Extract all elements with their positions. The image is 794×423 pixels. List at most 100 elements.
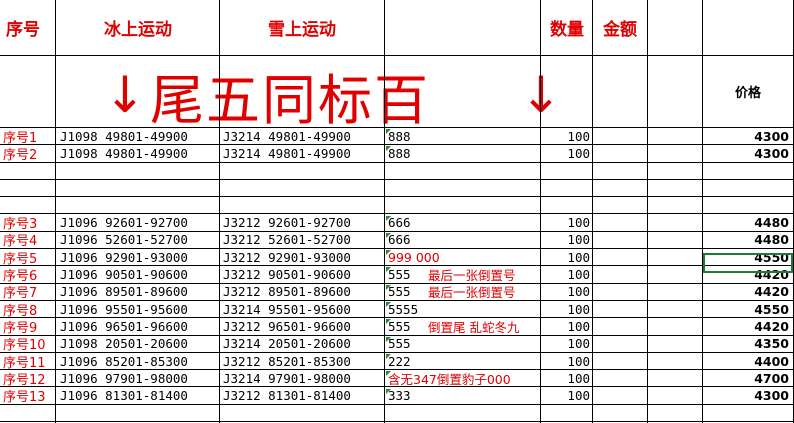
row-snow-sports[interactable]: J3214 97901-98000 xyxy=(223,370,351,386)
row-quantity[interactable]: 100 xyxy=(541,336,590,352)
row-seq[interactable]: 序号12 xyxy=(3,370,46,388)
row-price[interactable]: 4420 xyxy=(703,284,789,300)
selected-cell[interactable] xyxy=(703,253,793,273)
header-amount[interactable]: 金额 xyxy=(593,0,647,55)
row-quantity[interactable]: 100 xyxy=(541,145,590,161)
row-note[interactable]: 555 xyxy=(388,336,411,352)
row-snow-sports[interactable]: J3212 96501-96600 xyxy=(223,318,351,334)
row-seq[interactable]: 序号7 xyxy=(3,284,37,301)
row-ice-sports[interactable]: J1096 52601-52700 xyxy=(60,232,188,248)
row-snow-sports[interactable]: J3214 49801-49900 xyxy=(223,128,351,144)
row-note[interactable]: 888 xyxy=(388,145,411,161)
row-ice-sports[interactable]: J1096 97901-98000 xyxy=(60,370,188,386)
row-snow-sports[interactable]: J3212 85201-85300 xyxy=(223,353,351,369)
row-ice-sports[interactable]: J1098 20501-20600 xyxy=(60,336,188,352)
header-row: 序号 冰上运动 雪上运动 数量 金额 xyxy=(0,0,794,56)
row-note[interactable]: 888 xyxy=(388,128,411,144)
col-divider xyxy=(384,0,385,423)
row-note[interactable]: 含无347倒置豹子000 xyxy=(388,370,511,387)
row-note[interactable]: 999 000 xyxy=(388,249,440,265)
row-ice-sports[interactable]: J1096 89501-89600 xyxy=(60,284,188,300)
row-snow-sports[interactable]: J3212 89501-89600 xyxy=(223,284,351,300)
row-note[interactable]: 555 xyxy=(388,284,411,300)
row-snow-sports[interactable]: J3212 92601-92700 xyxy=(223,215,351,231)
row-price[interactable]: 4480 xyxy=(703,232,789,248)
row-note[interactable]: 666 xyxy=(388,232,411,248)
row-quantity[interactable]: 100 xyxy=(541,388,590,404)
row-note[interactable]: 555 xyxy=(388,318,411,334)
row-price[interactable]: 4300 xyxy=(703,388,789,404)
row-snow-sports[interactable]: J3214 20501-20600 xyxy=(223,336,351,352)
row-seq[interactable]: 序号9 xyxy=(3,318,37,336)
col-divider xyxy=(647,0,648,423)
row-quantity[interactable]: 100 xyxy=(541,232,590,248)
price-label[interactable]: 价格 xyxy=(703,56,793,127)
empty-row xyxy=(0,197,794,215)
table-row: 序号4 J1096 52601-52700 J3212 52601-52700 666… xyxy=(0,232,794,249)
comment-marker-icon xyxy=(386,232,391,238)
row-quantity[interactable]: 100 xyxy=(541,284,590,300)
row-quantity[interactable]: 100 xyxy=(541,215,590,231)
row-note-extra[interactable]: 最后一张倒置号 xyxy=(428,284,516,300)
row-ice-sports[interactable]: J1098 49801-49900 xyxy=(60,145,188,161)
row-snow-sports[interactable]: J3212 90501-90600 xyxy=(223,266,351,282)
table-row: 序号5 J1096 92901-93000 J3212 92901-93000 999… xyxy=(0,249,794,267)
row-seq[interactable]: 序号2 xyxy=(3,145,37,163)
row-seq[interactable]: 序号5 xyxy=(3,249,37,267)
row-snow-sports[interactable]: J3214 95501-95600 xyxy=(223,301,351,317)
row-price[interactable]: 4350 xyxy=(703,336,789,352)
row-price[interactable]: 4480 xyxy=(703,215,789,231)
row-snow-sports[interactable]: J3212 52601-52700 xyxy=(223,232,351,248)
row-quantity[interactable]: 100 xyxy=(541,249,590,265)
row-seq[interactable]: 序号4 xyxy=(3,232,37,249)
banner-title: 尾五同标百 xyxy=(150,68,430,132)
row-seq[interactable]: 序号11 xyxy=(3,353,46,371)
row-ice-sports[interactable]: J1098 49801-49900 xyxy=(60,128,188,144)
col-divider xyxy=(702,0,703,423)
row-ice-sports[interactable]: J1096 92601-92700 xyxy=(60,215,188,231)
row-snow-sports[interactable]: J3214 49801-49900 xyxy=(223,145,351,161)
header-ice-sports[interactable]: 冰上运动 xyxy=(56,0,220,55)
header-snow-sports[interactable]: 雪上运动 xyxy=(220,0,384,55)
row-quantity[interactable]: 100 xyxy=(541,318,590,334)
row-quantity[interactable]: 100 xyxy=(541,370,590,386)
row-price[interactable]: 4420 xyxy=(703,318,789,334)
row-price[interactable]: 4300 xyxy=(703,145,789,161)
row-seq[interactable]: 序号10 xyxy=(3,336,46,353)
row-ice-sports[interactable]: J1096 90501-90600 xyxy=(60,266,188,282)
comment-marker-icon xyxy=(386,284,391,290)
row-ice-sports[interactable]: J1096 81301-81400 xyxy=(60,388,188,404)
comment-marker-icon xyxy=(386,336,391,342)
comment-marker-icon xyxy=(386,250,391,256)
row-price[interactable]: 4700 xyxy=(703,370,789,386)
header-seq[interactable]: 序号 xyxy=(6,0,40,55)
row-price[interactable]: 4550 xyxy=(703,301,789,317)
row-seq[interactable]: 序号3 xyxy=(3,215,37,232)
row-quantity[interactable]: 100 xyxy=(541,353,590,369)
row-price[interactable]: 4400 xyxy=(703,353,789,369)
row-note[interactable]: 222 xyxy=(388,353,411,369)
row-seq[interactable]: 序号8 xyxy=(3,301,37,319)
row-quantity[interactable]: 100 xyxy=(541,128,590,144)
row-note[interactable]: 5555 xyxy=(388,301,418,317)
row-note[interactable]: 666 xyxy=(388,215,411,231)
table-row: 序号1 J1098 49801-49900 J3214 49801-49900 888… xyxy=(0,128,794,146)
header-quantity[interactable]: 数量 xyxy=(541,0,593,55)
row-note[interactable]: 555 xyxy=(388,266,411,282)
row-quantity[interactable]: 100 xyxy=(541,301,590,317)
row-quantity[interactable]: 100 xyxy=(541,266,590,282)
row-ice-sports[interactable]: J1096 85201-85300 xyxy=(60,353,188,369)
row-ice-sports[interactable]: J1096 95501-95600 xyxy=(60,301,188,317)
row-note-extra[interactable]: 最后一张倒置号 xyxy=(428,266,516,283)
row-ice-sports[interactable]: J1096 96501-96600 xyxy=(60,318,188,334)
row-seq[interactable]: 序号6 xyxy=(3,266,37,284)
row-snow-sports[interactable]: J3212 81301-81400 xyxy=(223,388,351,404)
row-price[interactable]: 4300 xyxy=(703,128,789,144)
row-ice-sports[interactable]: J1096 92901-93000 xyxy=(60,249,188,265)
row-seq[interactable]: 序号13 xyxy=(3,388,46,405)
row-seq[interactable]: 序号1 xyxy=(3,128,37,146)
row-note-extra[interactable]: 倒置尾 乱蛇冬九 xyxy=(428,318,519,335)
table-row: 序号12 J1096 97901-98000 J3214 97901-98000 含无… xyxy=(0,370,794,388)
row-snow-sports[interactable]: J3212 92901-93000 xyxy=(223,249,351,265)
row-note[interactable]: 333 xyxy=(388,388,411,404)
